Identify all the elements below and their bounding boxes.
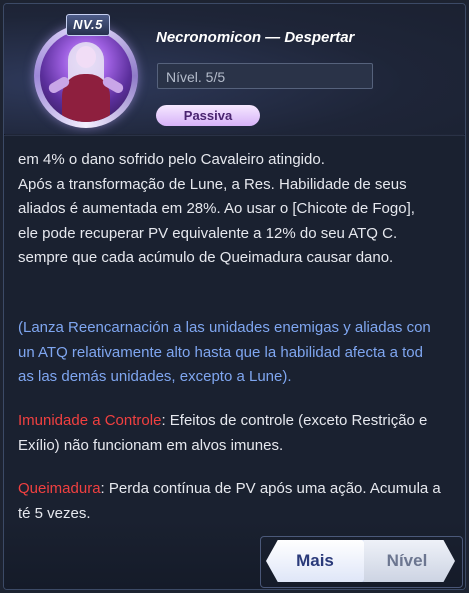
skill-description: em 4% o dano sofrido pelo Cavaleiro atin… [4,135,465,589]
status-immunity-definition: Imunidade a Controle: Efeitos de control… [18,409,458,458]
skill-title: Necronomicon — Despertar [156,29,355,46]
description-line: Após a transformação de Lune, a Res. Hab… [18,175,407,193]
note-line: (Lanza Reencarnación a las unidades enem… [18,319,431,336]
skill-header: NV.5 Necronomicon — Despertar Nível. 5/5… [4,4,465,134]
status-burn-line-1: Queimadura: Perda contínua de PV após um… [18,477,458,502]
note-line: un ATQ relativamente alto hasta que la h… [18,343,423,361]
skill-level-field: Nível. 5/5 [157,63,373,89]
description-line: aliados é aumentada em 28%. Ao usar o [C… [18,200,415,217]
status-immunity-keyword: Imunidade a Controle [18,412,162,429]
status-burn-definition: Queimadura: Perda contínua de PV após um… [18,477,458,526]
skill-portrait-frame [34,24,138,128]
note-line: as las demás unidades, excepto a Lune). [18,368,292,385]
skill-detail-panel: NV.5 Necronomicon — Despertar Nível. 5/5… [3,3,466,590]
level-button[interactable]: Nível [359,540,455,582]
status-immunity-line-2: Exílio) não funcionam em alvos imunes. [18,436,284,454]
description-paragraph-main: em 4% o dano sofrido pelo Cavaleiro atin… [18,148,458,271]
skill-portrait [40,30,132,122]
portrait-head [76,46,96,68]
skill-level-badge: NV.5 [66,14,110,36]
status-immunity-text: : Efeitos de controle (exceto Restrição … [161,412,428,429]
description-paragraph-note: (Lanza Reencarnación a las unidades enem… [18,316,458,390]
description-line: em 4% o dano sofrido pelo Cavaleiro atin… [18,151,325,168]
more-button[interactable]: Mais [266,540,364,582]
skill-type-badge: Passiva [156,105,260,126]
status-burn-text: : Perda contínua de PV após uma ação. Ac… [100,480,441,497]
status-immunity-line-1: Imunidade a Controle: Efeitos de control… [18,409,458,434]
description-line: ele pode recuperar PV equivalente a 12% … [18,224,398,242]
description-line: sempre que cada acúmulo de Queimadura ca… [18,249,394,266]
status-burn-keyword: Queimadura [18,480,101,497]
